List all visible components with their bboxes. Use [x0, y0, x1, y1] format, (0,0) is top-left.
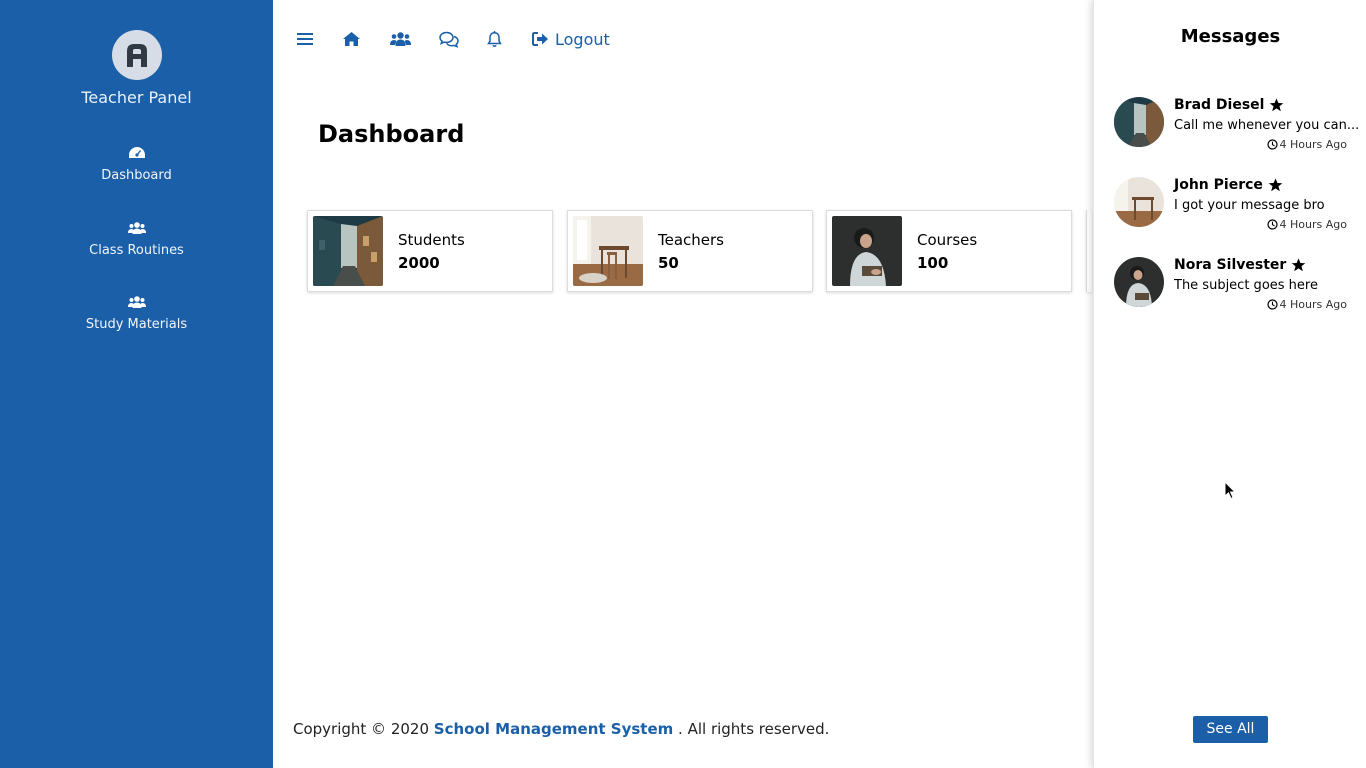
sidebar-item-class-routines[interactable]: Class Routines	[0, 221, 273, 258]
sidebar: Teacher Panel Dashboard Class Routines S…	[0, 0, 273, 768]
home-icon	[343, 32, 360, 46]
users-icon	[127, 222, 146, 234]
message-preview: The subject goes here	[1174, 278, 1318, 293]
time-label: 4 Hours Ago	[1279, 298, 1347, 311]
menu-icon	[297, 33, 313, 45]
gauge-icon	[128, 147, 145, 158]
message-time: 4 Hours Ago	[1266, 138, 1347, 151]
top-navbar: Logout	[273, 0, 1093, 76]
avatar	[1114, 257, 1164, 307]
notifications-button[interactable]	[487, 28, 502, 50]
woman-reading-photo	[832, 216, 902, 286]
message-item[interactable]: Brad Diesel Call me whenever you can... …	[1114, 97, 1366, 157]
clock-icon	[1266, 139, 1278, 150]
messages-title: Messages	[1180, 26, 1281, 47]
message-item[interactable]: John Pierce I got your message bro 4 Hou…	[1114, 177, 1366, 237]
star-icon	[1270, 98, 1284, 112]
clock-icon	[1266, 299, 1278, 310]
sidebar-item-study-materials[interactable]: Study Materials	[0, 295, 273, 332]
footer: Copyright © 2020 School Management Syste…	[293, 720, 829, 738]
sidebar-item-label: Class Routines	[89, 243, 184, 258]
sender-name: John Pierce	[1174, 177, 1263, 193]
message-time: 4 Hours Ago	[1266, 218, 1347, 231]
users-icon	[390, 32, 411, 46]
stat-card-courses[interactable]: Courses 100	[826, 210, 1072, 292]
logout-button[interactable]: Logout	[532, 28, 610, 50]
message-item[interactable]: Nora Silvester The subject goes here 4 H…	[1114, 257, 1366, 317]
panel-title: Teacher Panel	[81, 88, 192, 107]
letter-a-logo-icon	[112, 30, 162, 80]
stat-card-partial	[1086, 210, 1092, 292]
rights-text: . All rights reserved.	[678, 720, 830, 738]
sender-name: Brad Diesel	[1174, 97, 1265, 113]
sign-out-icon	[532, 32, 548, 46]
page-title: Dashboard	[318, 120, 465, 148]
room-photo	[573, 216, 643, 286]
clock-icon	[1266, 219, 1278, 230]
card-label: Students	[398, 231, 465, 249]
see-all-button[interactable]: See All	[1193, 716, 1268, 743]
message-sender: Nora Silvester	[1174, 257, 1306, 273]
comments-icon	[439, 31, 459, 48]
sidebar-item-dashboard[interactable]: Dashboard	[0, 146, 273, 183]
sidebar-item-label: Study Materials	[85, 317, 188, 332]
home-button[interactable]	[342, 28, 361, 50]
time-label: 4 Hours Ago	[1279, 138, 1347, 151]
avatar	[1114, 97, 1164, 147]
card-label: Courses	[917, 231, 978, 249]
users-button[interactable]	[390, 28, 411, 50]
logout-label: Logout	[555, 29, 610, 49]
sidebar-item-label: Dashboard	[101, 168, 172, 183]
menu-toggle-button[interactable]	[297, 28, 313, 50]
message-sender: John Pierce	[1174, 177, 1283, 193]
card-value: 100	[917, 254, 949, 272]
card-value: 50	[658, 254, 679, 272]
mouse-cursor-icon	[1224, 481, 1236, 500]
message-sender: Brad Diesel	[1174, 97, 1284, 113]
star-icon	[1268, 178, 1283, 192]
card-label: Teachers	[658, 231, 724, 249]
bell-icon	[487, 30, 502, 47]
messages-panel: Messages Brad Diesel Call me whenever yo…	[1093, 0, 1366, 768]
message-preview: I got your message bro	[1174, 198, 1325, 213]
stat-card-students[interactable]: Students 2000	[307, 210, 553, 292]
message-time: 4 Hours Ago	[1266, 298, 1347, 311]
brand-link[interactable]: School Management System	[434, 720, 673, 738]
street-photo	[313, 216, 383, 286]
stat-card-teachers[interactable]: Teachers 50	[567, 210, 813, 292]
messages-button[interactable]	[439, 28, 459, 50]
time-label: 4 Hours Ago	[1279, 218, 1347, 231]
users-icon	[127, 296, 146, 308]
avatar	[1114, 177, 1164, 227]
message-preview: Call me whenever you can...	[1174, 118, 1360, 133]
sender-name: Nora Silvester	[1174, 257, 1287, 273]
star-icon	[1291, 258, 1306, 272]
copyright-text: Copyright © 2020	[293, 720, 430, 738]
card-value: 2000	[398, 254, 440, 272]
